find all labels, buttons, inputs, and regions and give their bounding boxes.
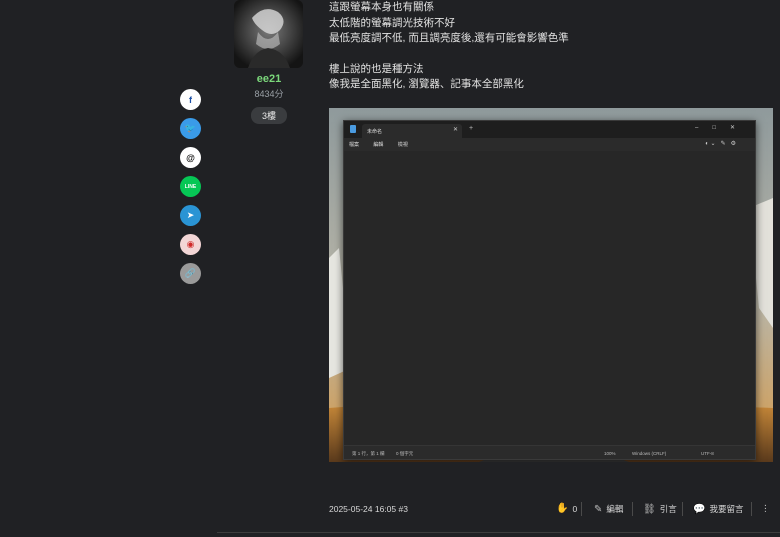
post-line: 太低階的螢幕調光技術不好 <box>329 16 455 29</box>
post-line: 像我是全面黑化, 瀏覽器、記事本全部黑化 <box>329 78 524 90</box>
divider <box>751 502 752 516</box>
notepad-titlebar: 未命名 ✕ + –□✕ <box>344 121 755 138</box>
divider <box>682 502 683 516</box>
menu-view[interactable]: 檢視 <box>398 142 408 148</box>
line-share-icon[interactable]: LINE <box>180 176 201 197</box>
clap-icon: ✋ <box>556 503 569 514</box>
like-button[interactable]: ✋ 0 <box>556 503 577 514</box>
notepad-window: 未命名 ✕ + –□✕ 檔案 編輯 檢視 ◐ ⌄ ✎ ⚙ 第 1 行，第 1 欄… <box>343 120 756 460</box>
notepad-app-icon <box>350 125 356 133</box>
reply-button[interactable]: 💬 我要留言 <box>693 503 743 515</box>
edit-label: 編輯 <box>606 504 624 514</box>
like-count: 0 <box>572 503 578 514</box>
notepad-menubar: 檔案 編輯 檢視 ◐ ⌄ ✎ ⚙ <box>344 138 755 151</box>
post-line: 樓上說的也是種方法 <box>329 62 424 75</box>
status-eol: Windows (CRLF) <box>632 451 667 456</box>
pencil-icon: ✎ <box>594 503 603 515</box>
window-controls[interactable]: –□✕ <box>695 124 749 131</box>
divider <box>632 502 633 516</box>
post-footer: 2025-05-24 16:05 #3 ✋ 0 ✎ 編輯 ⛓ 引言 💬 我要留言… <box>329 502 774 516</box>
username[interactable]: ee21 <box>234 73 304 85</box>
post-content: 這跟螢幕本身也有關係 太低階的螢幕調光技術不好 最低亮度調不低, 而且調亮度後,… <box>329 0 774 93</box>
menu-edit[interactable]: 編輯 <box>373 142 383 148</box>
notepad-statusbar: 第 1 行，第 1 欄 0 個字元 100% Windows (CRLF) UT… <box>344 445 755 459</box>
twitter-share-icon[interactable]: 🐦 <box>180 118 201 139</box>
reply-label: 我要留言 <box>709 504 744 514</box>
new-tab-icon[interactable]: + <box>469 125 473 132</box>
notepad-editor[interactable] <box>344 151 755 447</box>
share-column: f 🐦 @ LINE ➤ ◉ 🔗 <box>180 89 201 292</box>
telegram-share-icon[interactable]: ➤ <box>180 205 201 226</box>
more-icon: ⋮ <box>761 503 770 513</box>
post-line: 這跟螢幕本身也有關係 <box>329 1 434 13</box>
threads-share-icon[interactable]: @ <box>180 147 201 168</box>
quote-button[interactable]: ⛓ 引言 <box>643 503 677 515</box>
post-line: 最低亮度調不低, 而且調亮度後,還有可能會影響色準 <box>329 32 569 44</box>
link-icon: ⛓ <box>643 503 656 515</box>
status-chars: 0 個字元 <box>396 451 414 456</box>
avatar[interactable] <box>234 0 303 68</box>
status-encoding: UTF-8 <box>701 451 714 456</box>
close-tab-icon[interactable]: ✕ <box>453 126 458 133</box>
post-image[interactable]: 未命名 ✕ + –□✕ 檔案 編輯 檢視 ◐ ⌄ ✎ ⚙ 第 1 行，第 1 欄… <box>329 108 773 462</box>
facebook-share-icon[interactable]: f <box>180 89 201 110</box>
menu-file[interactable]: 檔案 <box>349 142 359 148</box>
status-zoom: 100% <box>604 451 616 456</box>
user-score: 8434分 <box>254 89 284 99</box>
floor-badge: 3樓 <box>250 107 287 124</box>
post-divider <box>217 532 780 533</box>
more-button[interactable]: ⋮ <box>761 503 770 514</box>
notepad-tab-title: 未命名 <box>367 129 383 135</box>
quote-label: 引言 <box>659 504 677 514</box>
post-date: 2025-05-24 16:05 #3 <box>329 504 408 514</box>
settings-icon[interactable]: ◐ ⌄ ✎ ⚙ <box>705 140 736 147</box>
weibo-share-icon[interactable]: ◉ <box>180 234 201 255</box>
notepad-tab[interactable]: 未命名 ✕ <box>362 124 462 138</box>
status-position: 第 1 行，第 1 欄 <box>352 451 385 456</box>
copy-link-icon[interactable]: 🔗 <box>180 263 201 284</box>
user-info: ee21 8434分 3樓 <box>234 0 304 124</box>
edit-button[interactable]: ✎ 編輯 <box>594 503 623 515</box>
divider <box>581 502 582 516</box>
comment-icon: 💬 <box>693 503 706 515</box>
